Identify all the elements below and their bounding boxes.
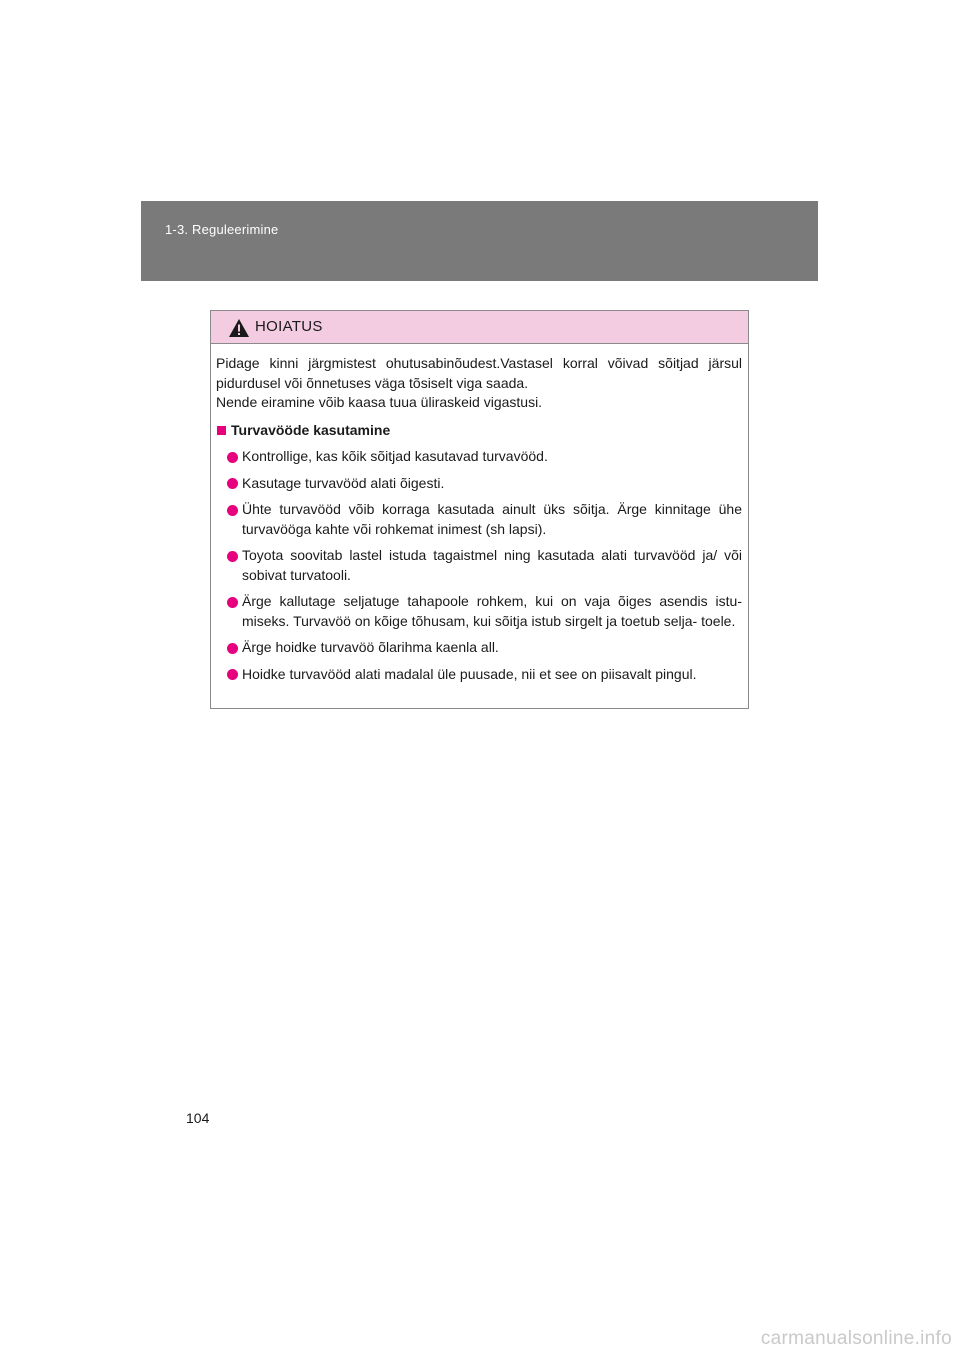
warning-triangle-icon (229, 319, 249, 337)
list-item: Ühte turvavööd võib korraga kasutada ain… (216, 500, 742, 539)
bullet-dot-icon (227, 642, 238, 654)
list-item-text: Ühte turvavööd võib korraga kasutada ain… (242, 501, 742, 537)
bullet-dot-icon (227, 451, 238, 463)
list-item: Kontrollige, kas kõik sõitjad kasutavad … (216, 447, 742, 467)
warning-intro: Pidage kinni järgmistest ohutusabinõudes… (216, 354, 742, 413)
intro-line: pidurdusel või õnnetuses väga tõsiselt v… (216, 374, 529, 391)
list-item: Hoidke turvavööd alati madalal üle puusa… (216, 665, 742, 685)
bullet-dot-icon (227, 596, 238, 608)
bullet-dot-icon (227, 504, 238, 516)
list-item: Toyota soovitab lastel istuda tagaistmel… (216, 546, 742, 585)
list-item-text: Ärge hoidke turvavöö õlarihma kaenla all… (242, 639, 499, 655)
warning-body: Pidage kinni järgmistest ohutusabinõudes… (211, 344, 748, 684)
page-number: 104 (186, 1110, 210, 1126)
section-title: 1-3. Reguleerimine (165, 222, 279, 237)
warning-header: HOIATUS (211, 311, 748, 344)
subheading: Turvavööde kasutamine (216, 421, 742, 441)
subheading-text: Turvavööde kasutamine (231, 421, 391, 438)
list-item: Kasutage turvavööd alati õigesti. (216, 474, 742, 494)
list-item-text: Kasutage turvavööd alati õigesti. (242, 474, 445, 491)
square-bullet-icon (217, 425, 226, 435)
list-item-text: Ärge kallutage seljatuge tahapoole rohke… (242, 593, 742, 629)
intro-line: Nende eiramine võib kaasa tuua üliraskei… (216, 394, 543, 410)
list-item: Ärge kallutage seljatuge tahapoole rohke… (216, 592, 742, 631)
list-item: Ärge hoidke turvavöö õlarihma kaenla all… (216, 638, 742, 658)
list-item-text: Toyota soovitab lastel istuda tagaistmel… (242, 547, 742, 583)
bullet-dot-icon (227, 669, 238, 680)
intro-line: Pidage kinni järgmistest ohutusabinõudes… (216, 355, 742, 371)
list-item-text: Hoidke turvavööd alati madalal üle puusa… (242, 665, 697, 682)
warning-list: Kontrollige, kas kõik sõitjad kasutavad … (216, 447, 742, 684)
chapter-header-bar: 1-3. Reguleerimine (141, 201, 818, 281)
watermark: carmanualsonline.info (760, 1328, 952, 1349)
warning-box: HOIATUS Pidage kinni järgmistest ohutusa… (210, 310, 749, 709)
bullet-dot-icon (227, 550, 238, 562)
list-item-text: Kontrollige, kas kõik sõitjad kasutavad … (242, 448, 548, 464)
warning-title: HOIATUS (255, 318, 323, 335)
bullet-dot-icon (227, 478, 238, 489)
